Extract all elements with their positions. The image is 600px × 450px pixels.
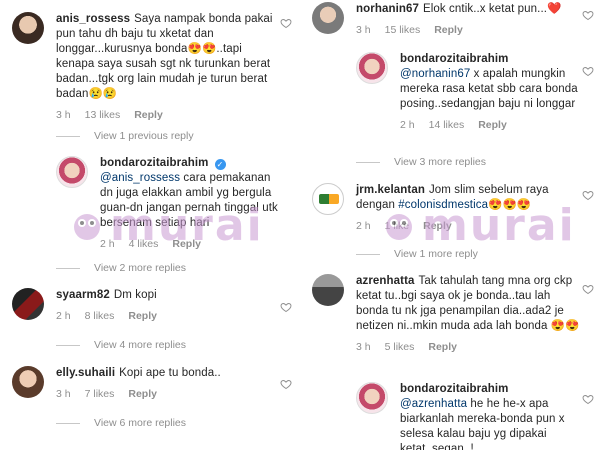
avatar[interactable] — [356, 382, 388, 414]
heart-emoji: ❤️ — [547, 3, 562, 15]
comment-username[interactable]: bondarozitaibrahim — [100, 157, 209, 169]
comment-time: 2 h — [356, 220, 371, 232]
comment-time: 2 h — [100, 238, 115, 250]
comment-meta: 3 h 7 likes Reply — [56, 388, 282, 400]
divider-line — [356, 253, 380, 255]
reply-bondarozitaibrahim: bondarozitaibrahim @azrenhatta he he he-… — [356, 382, 584, 450]
like-heart-icon[interactable] — [582, 188, 594, 201]
comment-syaarm82: syaarm82 Dm kopi 2 h 8 likes Reply — [12, 288, 282, 322]
comment-username[interactable]: jrm.kelantan — [356, 184, 425, 196]
comment-text: Kopi ape tu bonda.. — [119, 367, 221, 379]
avatar[interactable] — [12, 288, 44, 320]
comment-meta: 3 h 15 likes Reply — [356, 24, 584, 36]
divider-line — [356, 161, 380, 163]
view-replies-label[interactable]: View 4 more replies — [94, 339, 186, 351]
like-heart-icon[interactable] — [280, 300, 292, 313]
reply-button[interactable]: Reply — [478, 119, 507, 131]
comment-likes[interactable]: 15 likes — [385, 24, 421, 36]
comment-meta: 3 h 13 likes Reply — [56, 109, 282, 121]
hashtag-link[interactable]: #colonisdmestica — [398, 199, 488, 211]
like-heart-icon[interactable] — [582, 392, 594, 405]
comment-username[interactable]: syaarm82 — [56, 289, 110, 301]
comment-likes[interactable]: 5 likes — [385, 341, 415, 353]
left-comments-panel: anis_rossess Saya nampak bonda pakai pun … — [0, 0, 298, 450]
comment-jrm-kelantan: jrm.kelantan Jom slim sebelum raya dengan… — [312, 183, 584, 232]
avatar[interactable] — [356, 52, 388, 84]
comment-meta: 2 h 14 likes Reply — [400, 119, 584, 131]
avatar[interactable] — [312, 183, 344, 215]
mention-link[interactable]: @anis_rossess — [100, 172, 180, 184]
divider-line — [56, 344, 80, 346]
reply-button[interactable]: Reply — [128, 388, 157, 400]
comment-likes[interactable]: 14 likes — [429, 119, 465, 131]
like-heart-icon[interactable] — [582, 8, 594, 21]
comment-time: 3 h — [56, 388, 71, 400]
comment-likes[interactable]: 4 likes — [129, 238, 159, 250]
reply-bondarozitaibrahim: bondarozitaibrahim ✓ @anis_rossess cara p… — [56, 156, 284, 250]
comment-time: 2 h — [400, 119, 415, 131]
reply-button[interactable]: Reply — [172, 238, 201, 250]
divider-line — [56, 267, 80, 269]
reply-button[interactable]: Reply — [128, 310, 157, 322]
view-more-replies[interactable]: View 1 more reply — [356, 248, 478, 260]
comment-meta: 2 h 1 like Reply — [356, 220, 584, 232]
comment-text: Saya nampak bonda pakai pun tahu dh baju… — [56, 13, 273, 100]
reply-button[interactable]: Reply — [434, 24, 463, 36]
comment-time: 3 h — [356, 24, 371, 36]
view-more-replies[interactable]: View 3 more replies — [356, 156, 486, 168]
comment-norhanin67: norhanin67 Elok cntik..x ketat pun...❤️ 3… — [312, 2, 584, 36]
brand-logo-icon — [319, 194, 339, 204]
comment-likes[interactable]: 8 likes — [85, 310, 115, 322]
comment-time: 2 h — [56, 310, 71, 322]
comment-username[interactable]: elly.suhaili — [56, 367, 115, 379]
view-more-replies[interactable]: View 4 more replies — [56, 339, 186, 351]
avatar[interactable] — [56, 156, 88, 188]
reply-button[interactable]: Reply — [423, 220, 452, 232]
comment-meta: 2 h 8 likes Reply — [56, 310, 282, 322]
view-replies-label[interactable]: View 1 more reply — [394, 248, 478, 260]
view-replies-label[interactable]: View 1 previous reply — [94, 130, 194, 142]
comment-elly-suhaili: elly.suhaili Kopi ape tu bonda.. 3 h 7 li… — [12, 366, 282, 400]
mention-link[interactable]: @norhanin67 — [400, 68, 470, 80]
comment-username[interactable]: bondarozitaibrahim — [400, 383, 509, 395]
comment-likes[interactable]: 13 likes — [85, 109, 121, 121]
comment-username[interactable]: azrenhatta — [356, 275, 415, 287]
comment-emoji: 😍😍😍 — [488, 199, 532, 211]
view-previous-replies[interactable]: View 1 previous reply — [56, 130, 194, 142]
view-more-replies[interactable]: View 2 more replies — [56, 262, 186, 274]
view-replies-label[interactable]: View 2 more replies — [94, 262, 186, 274]
view-more-replies[interactable]: View 6 more replies — [56, 417, 186, 429]
avatar[interactable] — [12, 12, 44, 44]
avatar[interactable] — [12, 366, 44, 398]
view-replies-label[interactable]: View 3 more replies — [394, 156, 486, 168]
comment-time: 3 h — [356, 341, 371, 353]
comment-username[interactable]: anis_rossess — [56, 13, 130, 25]
avatar[interactable] — [312, 274, 344, 306]
comment-text: Dm kopi — [113, 289, 157, 301]
comment-azrenhatta: azrenhatta Tak tahulah tang mna org ckp k… — [312, 274, 584, 353]
like-heart-icon[interactable] — [280, 16, 292, 29]
comment-anis-rossess: anis_rossess Saya nampak bonda pakai pun … — [12, 12, 282, 121]
reply-button[interactable]: Reply — [428, 341, 457, 353]
like-heart-icon[interactable] — [582, 282, 594, 295]
divider-line — [56, 135, 80, 137]
divider-line — [56, 422, 80, 424]
comment-time: 3 h — [56, 109, 71, 121]
mention-link[interactable]: @azrenhatta — [400, 398, 467, 410]
comment-likes[interactable]: 1 like — [385, 220, 410, 232]
comment-meta: 3 h 5 likes Reply — [356, 341, 584, 353]
avatar[interactable] — [312, 2, 344, 34]
like-heart-icon[interactable] — [582, 64, 594, 77]
comment-likes[interactable]: 7 likes — [85, 388, 115, 400]
comment-text: Elok cntik..x ketat pun... — [422, 3, 548, 15]
reply-button[interactable]: Reply — [134, 109, 163, 121]
view-replies-label[interactable]: View 6 more replies — [94, 417, 186, 429]
comment-meta: 2 h 4 likes Reply — [100, 238, 284, 250]
right-comments-panel: norhanin67 Elok cntik..x ketat pun...❤️ 3… — [302, 0, 600, 450]
comment-username[interactable]: norhanin67 — [356, 3, 419, 15]
verified-badge-icon: ✓ — [214, 159, 226, 170]
reply-bondarozitaibrahim: bondarozitaibrahim @norhanin67 x apalah … — [356, 52, 584, 131]
like-heart-icon[interactable] — [280, 377, 292, 390]
comment-username[interactable]: bondarozitaibrahim — [400, 53, 509, 65]
